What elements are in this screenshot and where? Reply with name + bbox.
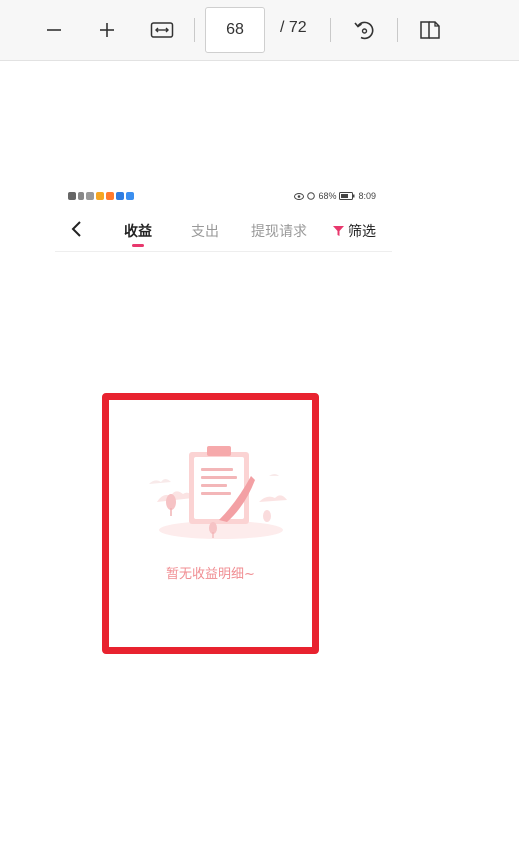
tab-expense[interactable]: 支出: [191, 221, 219, 241]
phone-screenshot: 68% 8:09 收益 支出 提现请求 筛选: [55, 186, 392, 256]
zoom-in-button[interactable]: [90, 13, 124, 47]
battery-icon: [339, 192, 355, 200]
app-icon: [126, 192, 134, 200]
funnel-icon: [333, 226, 344, 236]
app-icon: [116, 192, 124, 200]
tab-withdraw-requests[interactable]: 提现请求: [251, 221, 307, 241]
fit-width-button[interactable]: [145, 13, 179, 47]
tab-income[interactable]: 收益: [124, 221, 152, 241]
rotate-button[interactable]: [347, 13, 381, 47]
status-icons-left: [68, 192, 134, 200]
status-icons-right: 68% 8:09: [294, 191, 376, 201]
battery-percent: 68%: [318, 191, 337, 201]
phone-nav-bar: 收益 支出 提现请求 筛选: [55, 212, 392, 252]
clipboard-icon: [149, 446, 287, 539]
rotate-icon: [354, 21, 374, 40]
app-icon: [106, 192, 114, 200]
page-view-button[interactable]: [413, 13, 447, 47]
app-icon: [96, 192, 104, 200]
pdf-toolbar: 68 / 72: [0, 0, 519, 61]
eye-icon: [294, 192, 305, 200]
two-page-icon: [420, 21, 440, 39]
chevron-left-icon[interactable]: [69, 220, 85, 238]
filter-button[interactable]: 筛选: [332, 221, 376, 241]
active-tab-indicator: [132, 244, 144, 247]
page-total: / 72: [280, 19, 307, 36]
notification-icon: [68, 192, 76, 200]
empty-state-message: 暂无收益明细~: [166, 567, 255, 582]
page-number-input[interactable]: 68: [205, 7, 265, 53]
toolbar-divider: [330, 18, 331, 42]
toolbar-divider: [397, 18, 398, 42]
fit-width-icon: [150, 22, 174, 38]
filter-label: 筛选: [348, 224, 376, 240]
signal-icon: [78, 192, 84, 200]
minus-icon: [47, 29, 61, 31]
toolbar-divider: [194, 18, 195, 42]
status-time: 8:09: [358, 191, 376, 201]
plus-icon: [100, 23, 114, 37]
status-bar: 68% 8:09: [55, 186, 392, 208]
alarm-icon: [307, 192, 316, 200]
zoom-out-button[interactable]: [37, 13, 71, 47]
highlight-frame: 暂无收益明细~: [102, 393, 319, 654]
wifi-icon: [86, 192, 94, 200]
